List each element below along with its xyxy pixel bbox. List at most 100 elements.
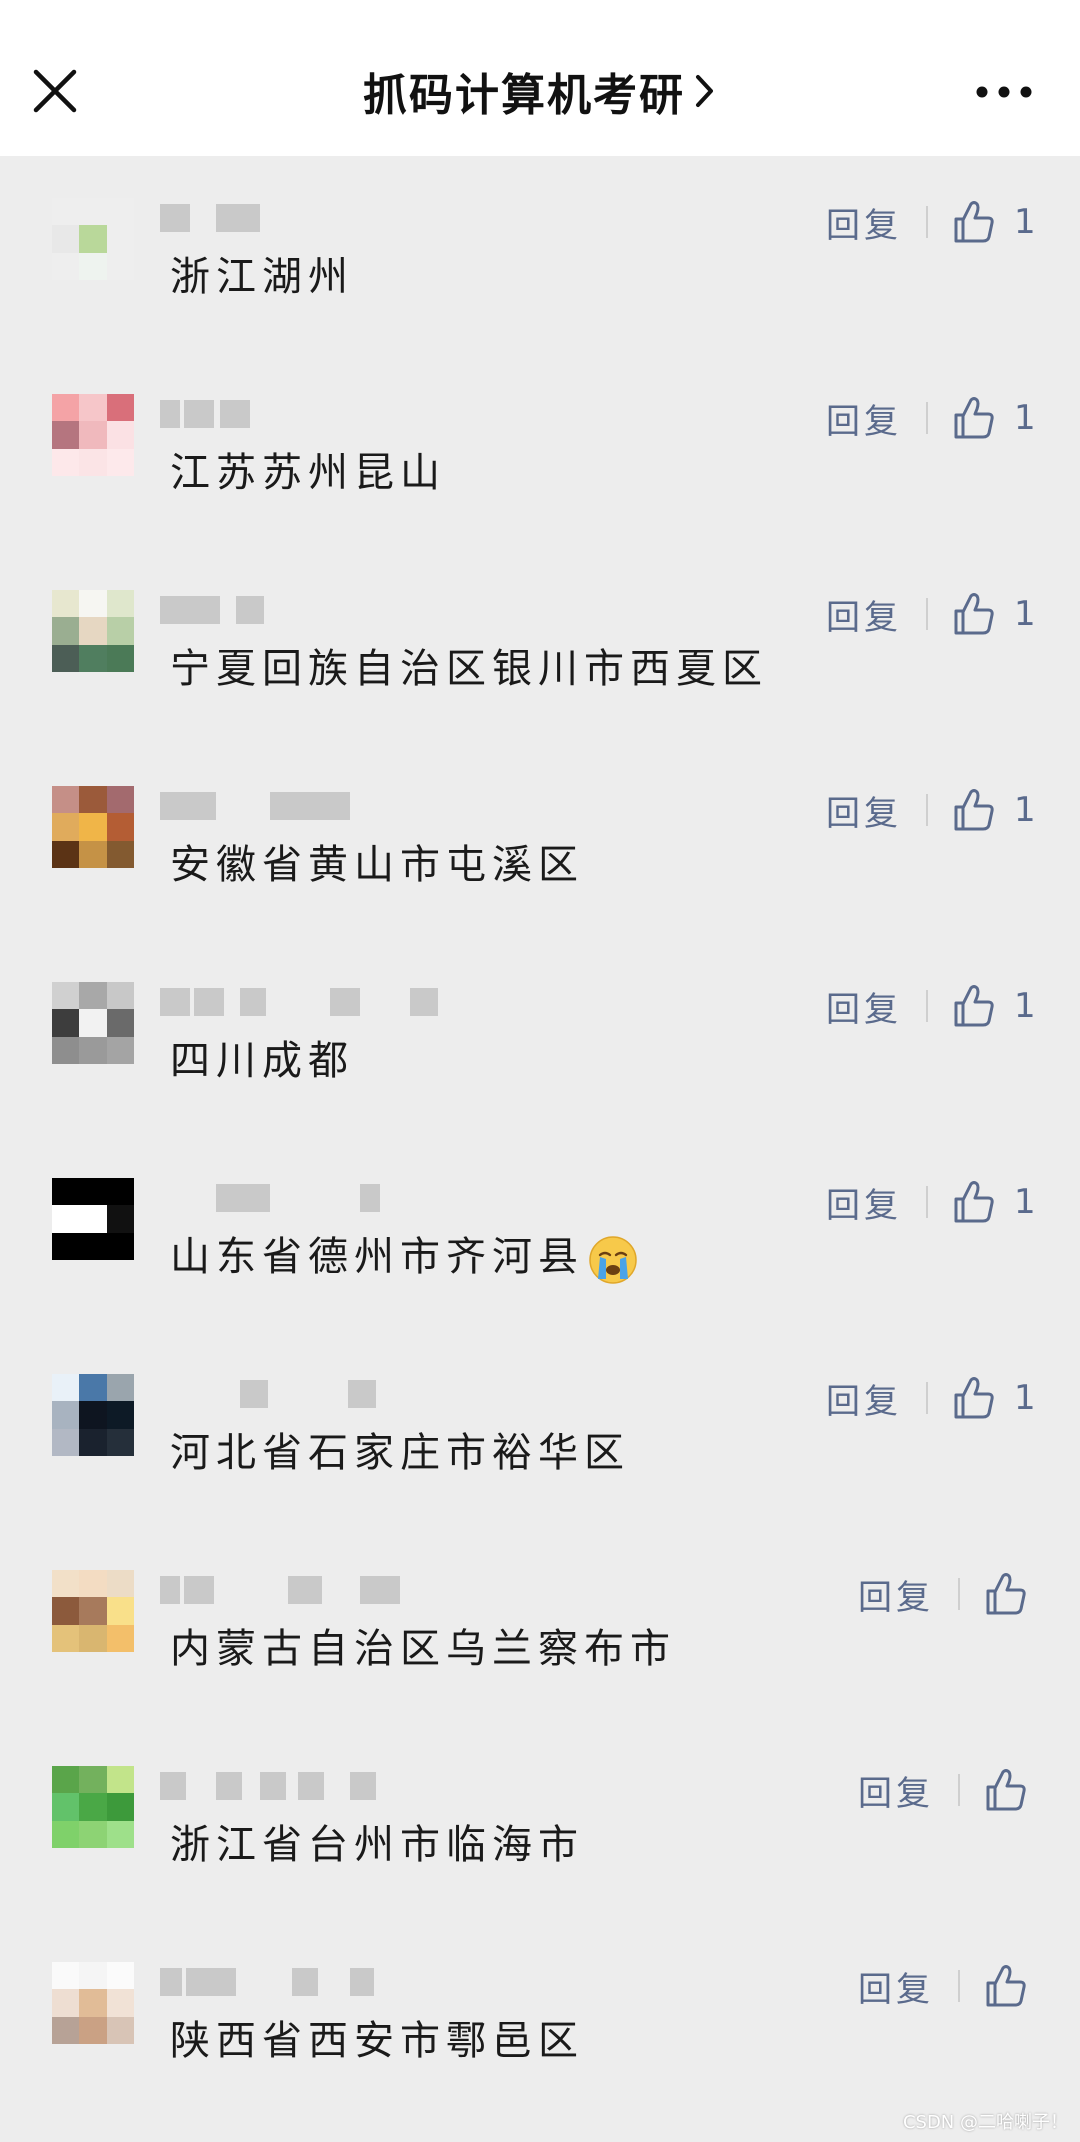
nickname-redacted[interactable] [160,1576,520,1604]
reply-button[interactable]: 回复 [826,198,902,247]
comment-actions: 回复 1 [826,192,1036,252]
comment-item: 四川成都 回复 1 [0,940,1080,1136]
comment-text-content: 浙江湖州 [170,254,354,300]
thumbs-up-icon [954,201,994,243]
like-button[interactable]: 1 [952,983,1036,1029]
nickname-redacted[interactable] [160,596,520,624]
nickname-redacted[interactable] [160,1184,520,1212]
thumbs-up-icon [986,1573,1026,1615]
watermark: CSDN @二哈喇子！ [902,2112,1068,2133]
comment-item: 陕西省西安市鄠邑区 回复 [0,1920,1080,2116]
comment-text-content: 浙江省台州市临海市 [170,1822,584,1868]
more-dots-icon [976,86,1032,98]
divider [926,1382,928,1414]
thumbs-up-icon [954,985,994,1027]
avatar[interactable] [52,1374,134,1456]
thumbs-up-icon [954,1377,994,1419]
avatar[interactable] [52,1962,134,2044]
like-count: 1 [1014,594,1036,634]
reply-button[interactable]: 回复 [858,1766,934,1815]
comment-item: 内蒙古自治区乌兰察布市 回复 [0,1528,1080,1724]
comment-item: 江苏苏州昆山 回复 1 [0,352,1080,548]
title-link[interactable]: 抓码计算机考研 [0,60,1080,122]
thumbs-up-icon [954,1181,994,1223]
comment-text-content: 河北省石家庄市裕华区 [170,1430,630,1476]
nickname-redacted[interactable] [160,400,520,428]
comment-item: 安徽省黄山市屯溪区 回复 1 [0,744,1080,940]
nickname-redacted[interactable] [160,204,520,232]
comment-actions: 回复 [858,1564,1028,1624]
comment-item: 浙江省台州市临海市 回复 [0,1724,1080,1920]
nickname-redacted[interactable] [160,988,520,1016]
divider [926,1186,928,1218]
like-button[interactable] [984,1767,1028,1813]
like-count: 1 [1014,202,1036,242]
more-button[interactable] [974,76,1034,108]
comment-text: 四川成都 [170,1028,354,1086]
like-button[interactable]: 1 [952,591,1036,637]
avatar[interactable] [52,1766,134,1848]
chevron-right-icon [696,75,713,107]
comment-actions: 回复 1 [826,1368,1036,1428]
like-count: 1 [1014,986,1036,1026]
reply-button[interactable]: 回复 [858,1962,934,2011]
comment-text-content: 陕西省西安市鄠邑区 [170,2018,584,2064]
comment-actions: 回复 1 [826,388,1036,448]
comment-item: 浙江湖州 回复 1 [0,156,1080,352]
comment-item: 河北省石家庄市裕华区 回复 1 [0,1332,1080,1528]
nickname-redacted[interactable] [160,1772,520,1800]
avatar[interactable] [52,1570,134,1652]
comment-text-content: 安徽省黄山市屯溪区 [170,842,584,888]
reply-button[interactable]: 回复 [826,786,902,835]
like-count: 1 [1014,790,1036,830]
comment-actions: 回复 1 [826,976,1036,1036]
comment-actions: 回复 1 [826,1172,1036,1232]
like-button[interactable]: 1 [952,395,1036,441]
divider [926,990,928,1022]
comment-actions: 回复 1 [826,780,1036,840]
avatar[interactable] [52,1178,134,1260]
like-button[interactable]: 1 [952,1179,1036,1225]
reply-button[interactable]: 回复 [826,982,902,1031]
reply-button[interactable]: 回复 [826,394,902,443]
like-button[interactable] [984,1571,1028,1617]
avatar[interactable] [52,198,134,280]
comment-item: 宁夏回族自治区银川市西夏区 回复 1 [0,548,1080,744]
page-title: 抓码计算机考研 [363,70,685,121]
avatar[interactable] [52,786,134,868]
comment-text: 宁夏回族自治区银川市西夏区 [170,636,768,694]
comment-text: 河北省石家庄市裕华区 [170,1420,630,1478]
avatar[interactable] [52,982,134,1064]
crying-face-emoji [589,1236,637,1284]
divider [926,206,928,238]
avatar[interactable] [52,590,134,672]
divider [958,1578,960,1610]
like-button[interactable]: 1 [952,1375,1036,1421]
like-button[interactable]: 1 [952,787,1036,833]
nickname-redacted[interactable] [160,1380,520,1408]
like-button[interactable] [984,1963,1028,2009]
comment-text-content: 宁夏回族自治区银川市西夏区 [170,646,768,692]
comment-text-content: 山东省德州市齐河县 [170,1234,584,1280]
comment-text-content: 江苏苏州昆山 [170,450,446,496]
like-button[interactable]: 1 [952,199,1036,245]
comment-text: 安徽省黄山市屯溪区 [170,832,584,890]
reply-button[interactable]: 回复 [826,590,902,639]
nickname-redacted[interactable] [160,792,520,820]
comment-text: 山东省德州市齐河县 [170,1224,638,1285]
thumbs-up-icon [986,1769,1026,1811]
reply-button[interactable]: 回复 [826,1178,902,1227]
like-count: 1 [1014,398,1036,438]
comment-actions: 回复 [858,1760,1028,1820]
divider [926,794,928,826]
thumbs-up-icon [954,397,994,439]
reply-button[interactable]: 回复 [826,1374,902,1423]
top-bar: 抓码计算机考研 [0,0,1080,156]
reply-button[interactable]: 回复 [858,1570,934,1619]
divider [958,1774,960,1806]
comment-text: 内蒙古自治区乌兰察布市 [170,1616,676,1674]
divider [926,598,928,630]
comment-text: 浙江湖州 [170,244,354,302]
avatar[interactable] [52,394,134,476]
nickname-redacted[interactable] [160,1968,520,1996]
